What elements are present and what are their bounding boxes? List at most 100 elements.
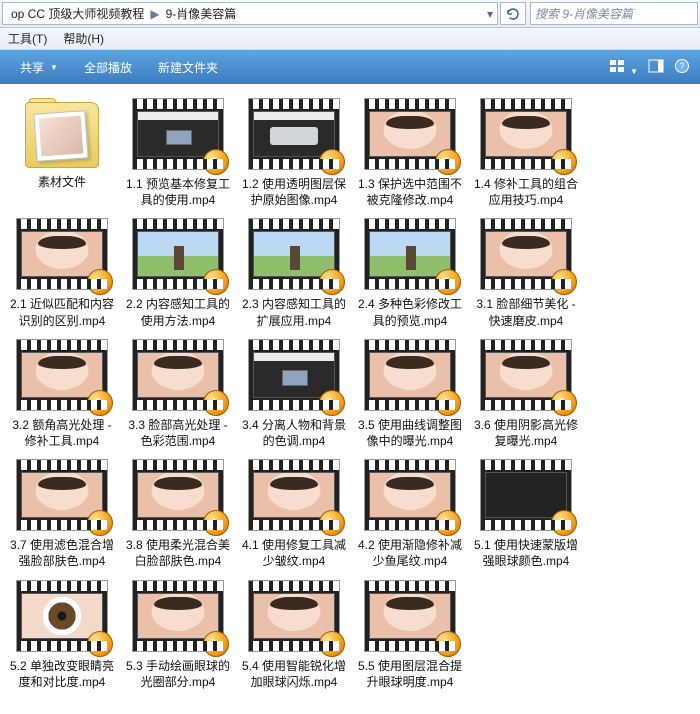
video-thumbnail	[132, 98, 224, 170]
address-row: op CC 顶级大师视频教程 ▶ 9-肖像美容篇 ▾ 搜索 9-肖像美容篇	[0, 0, 700, 28]
play-badge-icon	[203, 631, 229, 657]
video-thumbnail	[364, 98, 456, 170]
video-thumbnail	[480, 339, 572, 411]
play-all-label: 全部播放	[84, 59, 132, 76]
play-badge-icon	[435, 269, 461, 295]
play-badge-icon	[435, 390, 461, 416]
video-item[interactable]: 4.1 使用修复工具减少皱纹.mp4	[236, 459, 352, 569]
item-label: 2.2 内容感知工具的使用方法.mp4	[124, 296, 232, 328]
file-grid: 素材文件 1.1 预览基本修复工具的使用.mp41.2 使用透明图层保护原始图像.…	[0, 84, 700, 714]
item-label: 素材文件	[8, 174, 116, 190]
video-item[interactable]: 3.1 脸部细节美化 - 快速磨皮.mp4	[468, 218, 584, 328]
folder-item[interactable]: 素材文件	[4, 98, 120, 208]
new-folder-button[interactable]: 新建文件夹	[148, 55, 228, 80]
video-thumbnail	[132, 339, 224, 411]
video-thumbnail	[16, 218, 108, 290]
video-thumbnail	[16, 459, 108, 531]
view-options-button[interactable]: ▼	[609, 58, 638, 77]
video-thumbnail	[480, 459, 572, 531]
chevron-down-icon: ▼	[630, 67, 638, 76]
item-label: 1.1 预览基本修复工具的使用.mp4	[124, 176, 232, 208]
play-badge-icon	[319, 269, 345, 295]
play-badge-icon	[203, 149, 229, 175]
video-thumbnail	[364, 339, 456, 411]
video-thumbnail	[248, 459, 340, 531]
video-thumbnail	[480, 98, 572, 170]
video-item[interactable]: 1.1 预览基本修复工具的使用.mp4	[120, 98, 236, 208]
command-bar: 共享 ▼ 全部播放 新建文件夹 ▼ ?	[0, 50, 700, 84]
item-label: 3.1 脸部细节美化 - 快速磨皮.mp4	[472, 296, 580, 328]
video-item[interactable]: 5.5 使用图层混合提升眼球明度.mp4	[352, 580, 468, 690]
dropdown-icon[interactable]: ▾	[487, 7, 493, 21]
video-item[interactable]: 3.7 使用滤色混合增强脸部肤色.mp4	[4, 459, 120, 569]
video-item[interactable]: 1.2 使用透明图层保护原始图像.mp4	[236, 98, 352, 208]
item-label: 3.2 额角高光处理 - 修补工具.mp4	[8, 417, 116, 449]
video-thumbnail	[364, 580, 456, 652]
chevron-down-icon: ▼	[50, 63, 58, 72]
play-badge-icon	[435, 510, 461, 536]
item-label: 5.1 使用快速蒙版增强眼球颜色.mp4	[472, 537, 580, 569]
search-input[interactable]: 搜索 9-肖像美容篇	[530, 2, 698, 25]
item-label: 2.1 近似匹配和内容识别的区别.mp4	[8, 296, 116, 328]
play-badge-icon	[203, 510, 229, 536]
video-item[interactable]: 3.5 使用曲线调整图像中的曝光.mp4	[352, 339, 468, 449]
video-thumbnail	[16, 339, 108, 411]
item-label: 4.1 使用修复工具减少皱纹.mp4	[240, 537, 348, 569]
play-all-button[interactable]: 全部播放	[74, 55, 142, 80]
item-label: 2.3 内容感知工具的扩展应用.mp4	[240, 296, 348, 328]
play-badge-icon	[203, 390, 229, 416]
breadcrumb-seg-2[interactable]: 9-肖像美容篇	[162, 5, 241, 22]
item-label: 1.4 修补工具的组合应用技巧.mp4	[472, 176, 580, 208]
video-thumbnail	[364, 459, 456, 531]
play-badge-icon	[551, 149, 577, 175]
video-item[interactable]: 1.3 保护选中范围不被克隆修改.mp4	[352, 98, 468, 208]
video-item[interactable]: 2.3 内容感知工具的扩展应用.mp4	[236, 218, 352, 328]
item-label: 3.6 使用阴影高光修复曝光.mp4	[472, 417, 580, 449]
video-thumbnail	[480, 218, 572, 290]
video-item[interactable]: 3.6 使用阴影高光修复曝光.mp4	[468, 339, 584, 449]
video-thumbnail	[248, 580, 340, 652]
video-item[interactable]: 3.3 脸部高光处理 - 色彩范围.mp4	[120, 339, 236, 449]
video-item[interactable]: 4.2 使用渐隐修补减少鱼尾纹.mp4	[352, 459, 468, 569]
share-button[interactable]: 共享 ▼	[10, 55, 68, 80]
video-item[interactable]: 3.2 额角高光处理 - 修补工具.mp4	[4, 339, 120, 449]
video-thumbnail	[248, 339, 340, 411]
video-item[interactable]: 1.4 修补工具的组合应用技巧.mp4	[468, 98, 584, 208]
play-badge-icon	[319, 631, 345, 657]
item-label: 5.5 使用图层混合提升眼球明度.mp4	[356, 658, 464, 690]
help-icon: ?	[674, 58, 690, 74]
breadcrumb[interactable]: op CC 顶级大师视频教程 ▶ 9-肖像美容篇 ▾	[2, 2, 498, 25]
menu-tools[interactable]: 工具(T)	[8, 30, 47, 47]
video-item[interactable]: 3.8 使用柔光混合美白脸部肤色.mp4	[120, 459, 236, 569]
video-item[interactable]: 5.2 单独改变眼睛亮度和对比度.mp4	[4, 580, 120, 690]
video-thumbnail	[132, 218, 224, 290]
breadcrumb-seg-1[interactable]: op CC 顶级大师视频教程	[7, 5, 148, 22]
menu-bar: 工具(T) 帮助(H)	[0, 28, 700, 50]
new-folder-label: 新建文件夹	[158, 59, 218, 76]
item-label: 5.4 使用智能锐化增加眼球闪烁.mp4	[240, 658, 348, 690]
item-label: 2.4 多种色彩修改工具的预览.mp4	[356, 296, 464, 328]
play-badge-icon	[319, 149, 345, 175]
video-thumbnail	[16, 580, 108, 652]
menu-help[interactable]: 帮助(H)	[63, 30, 104, 47]
video-thumbnail	[364, 218, 456, 290]
video-item[interactable]: 5.4 使用智能锐化增加眼球闪烁.mp4	[236, 580, 352, 690]
item-label: 3.4 分离人物和背景的色调.mp4	[240, 417, 348, 449]
item-label: 3.5 使用曲线调整图像中的曝光.mp4	[356, 417, 464, 449]
share-label: 共享	[20, 59, 44, 76]
video-item[interactable]: 2.1 近似匹配和内容识别的区别.mp4	[4, 218, 120, 328]
video-item[interactable]: 5.3 手动绘画眼球的光圈部分.mp4	[120, 580, 236, 690]
play-badge-icon	[87, 269, 113, 295]
preview-pane-button[interactable]	[648, 58, 664, 77]
item-label: 3.3 脸部高光处理 - 色彩范围.mp4	[124, 417, 232, 449]
video-item[interactable]: 2.2 内容感知工具的使用方法.mp4	[120, 218, 236, 328]
play-badge-icon	[87, 510, 113, 536]
help-button[interactable]: ?	[674, 58, 690, 77]
video-item[interactable]: 2.4 多种色彩修改工具的预览.mp4	[352, 218, 468, 328]
item-label: 1.3 保护选中范围不被克隆修改.mp4	[356, 176, 464, 208]
item-label: 3.8 使用柔光混合美白脸部肤色.mp4	[124, 537, 232, 569]
video-item[interactable]: 3.4 分离人物和背景的色调.mp4	[236, 339, 352, 449]
play-badge-icon	[319, 390, 345, 416]
video-item[interactable]: 5.1 使用快速蒙版增强眼球颜色.mp4	[468, 459, 584, 569]
refresh-button[interactable]	[500, 2, 526, 25]
